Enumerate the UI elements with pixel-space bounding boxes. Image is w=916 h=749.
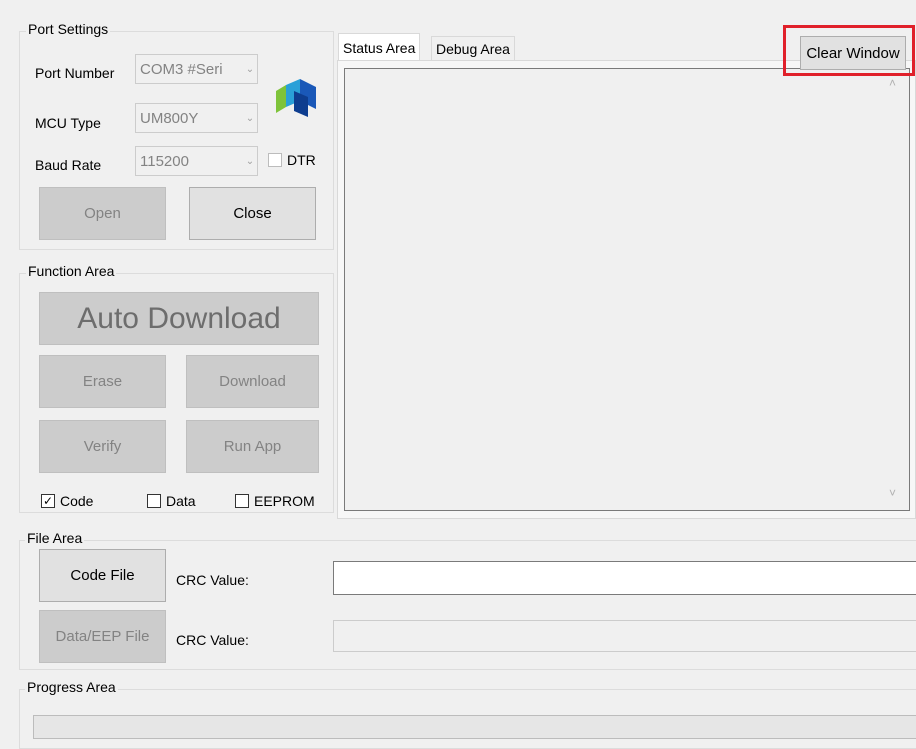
mcu-type-label: MCU Type (35, 115, 101, 131)
auto-download-button[interactable]: Auto Download (39, 292, 319, 345)
highlight-box (783, 25, 915, 76)
run-app-button[interactable]: Run App (186, 420, 319, 473)
file-area-title: File Area (25, 530, 85, 546)
status-log-textarea[interactable] (344, 68, 910, 511)
dtr-label: DTR (287, 152, 316, 168)
erase-button[interactable]: Erase (39, 355, 166, 408)
function-area-title: Function Area (26, 263, 117, 279)
data-crc-label: CRC Value: (176, 632, 249, 648)
chevron-down-icon: ⌄ (245, 112, 255, 124)
verify-button[interactable]: Verify (39, 420, 166, 473)
code-file-button[interactable]: Code File (39, 549, 166, 602)
dtr-checkbox-box (268, 153, 282, 167)
scrollbar-up-icon[interactable]: ˄ (889, 76, 896, 90)
close-button[interactable]: Close (189, 187, 316, 240)
open-button[interactable]: Open (39, 187, 166, 240)
data-label: Data (166, 493, 196, 509)
code-label: Code (60, 493, 94, 509)
mcu-type-select[interactable]: UM800Y ⌄ (135, 103, 258, 133)
eeprom-checkbox[interactable]: EEPROM (235, 493, 315, 509)
port-settings-title: Port Settings (26, 21, 111, 37)
eeprom-checkbox-box (235, 494, 249, 508)
port-number-value: COM3 #Seri (140, 60, 223, 78)
baud-rate-select[interactable]: 115200 ⌄ (135, 146, 258, 176)
eeprom-label: EEPROM (254, 493, 315, 509)
progress-area-title: Progress Area (25, 679, 118, 695)
code-checkbox-box: ✓ (41, 494, 55, 508)
chevron-down-icon: ⌄ (245, 63, 255, 75)
tab-status-area[interactable]: Status Area (338, 33, 421, 61)
code-checkbox[interactable]: ✓ Code (41, 493, 93, 509)
mcu-type-value: UM800Y (140, 109, 199, 127)
port-number-select[interactable]: COM3 #Seri ⌄ (135, 54, 258, 84)
data-checkbox[interactable]: Data (147, 493, 196, 509)
data-checkbox-box (147, 494, 161, 508)
data-eep-file-button[interactable]: Data/EEP File (39, 610, 166, 663)
tab-debug-area[interactable]: Debug Area (431, 36, 515, 60)
baud-rate-value: 115200 (140, 152, 189, 170)
app-logo-icon (272, 77, 324, 119)
port-number-label: Port Number (35, 65, 115, 81)
code-crc-input[interactable] (333, 561, 916, 595)
download-button[interactable]: Download (186, 355, 319, 408)
progress-bar (33, 715, 916, 739)
baud-rate-label: Baud Rate (35, 157, 102, 173)
dtr-checkbox[interactable]: DTR (268, 152, 316, 168)
code-crc-label: CRC Value: (176, 572, 249, 588)
data-crc-input[interactable] (333, 620, 916, 652)
chevron-down-icon: ⌄ (245, 155, 255, 167)
scrollbar-down-icon[interactable]: ˅ (889, 486, 896, 500)
